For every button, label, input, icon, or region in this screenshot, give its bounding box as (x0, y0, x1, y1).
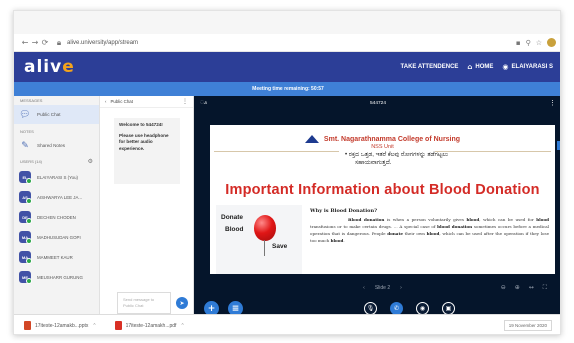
kebab-menu-icon[interactable]: ⋮ (182, 98, 188, 105)
date-label: 19 November 2020 (503, 320, 552, 331)
slide-kannada-line-2: ಸಹಾಯವಾಗುತ್ತದೆ. (355, 160, 392, 166)
phone-icon: ✆ (393, 305, 400, 312)
browser-tabstrip (14, 11, 560, 34)
slide-subheading: Why is Blood Donation? (310, 208, 378, 214)
user-list-item[interactable]: DE DECHEN CHODEN (14, 207, 99, 227)
chat-message-input[interactable]: Send message to Public Chat (117, 292, 171, 314)
header-nav: TAKE ATTENDENCE ⌂ HOME ◉ ELAIYARASI S (401, 63, 553, 71)
presentation-toggle-button[interactable] (557, 141, 560, 150)
user-menu[interactable]: ◉ ELAIYARASI S (502, 63, 553, 71)
alive-logo[interactable]: alive (24, 57, 75, 77)
slide-heading: Important Information about Blood Donati… (225, 182, 540, 198)
undo-icon[interactable]: ↶ (558, 203, 560, 213)
chat-icon: 💬︎ (19, 109, 31, 120)
sidebar-item-public-chat[interactable]: 💬︎ Public Chat (14, 105, 99, 124)
trash-icon[interactable]: 🗑︎ (558, 216, 560, 226)
hand-tool-icon[interactable]: ✋︎ (558, 190, 560, 200)
slide-unit: NSS Unit (371, 144, 394, 150)
user-circle-icon: ◉ (502, 63, 509, 71)
slide-paragraph: Blood donation is when a person voluntar… (310, 217, 550, 243)
prev-slide-icon[interactable]: ‹ (363, 285, 365, 291)
meeting-title: 544724 (369, 100, 386, 106)
reload-icon[interactable]: ⟳ (40, 38, 50, 47)
messages-section-label: MESSAGES (20, 98, 43, 103)
browser-actions: ▪ ⚲ ☆ (516, 38, 556, 47)
download-item[interactable]: 17iteste-12amakb...pptx ⌃ (24, 321, 97, 330)
presentation-topbar: ೂ 544724 ⋮ (194, 96, 560, 110)
notes-icon: ✎ (21, 140, 29, 151)
chevron-down-icon[interactable]: ⌃ (180, 323, 184, 329)
presentation-area: ೂ 544724 ⋮ Smt. Nagarathnamma College of… (194, 96, 560, 316)
plus-icon: + (207, 303, 216, 314)
user-list-item[interactable]: ME MEUSHARR GURUNG (14, 267, 99, 287)
send-icon: ➤ (179, 299, 185, 307)
blood-drop-balloon-icon (254, 215, 276, 241)
avatar: MA (19, 251, 32, 264)
url-text: alive.university/app/stream (67, 39, 139, 46)
fullscreen-icon[interactable]: ⛶ (543, 284, 547, 292)
user-list-item[interactable]: MA MADHUSUDAN GOPI (14, 227, 99, 247)
welcome-message: Welcome to 544724! Please use headphone … (114, 118, 180, 184)
chat-header: ‹ Public Chat ⋮ (100, 96, 193, 108)
lock-icon: 🔒︎ (56, 37, 62, 47)
avatar: EL (19, 171, 32, 184)
chat-panel: ‹ Public Chat ⋮ Welcome to 544724! Pleas… (100, 96, 194, 314)
user-list-item[interactable]: MA MAMMEET KAUR (14, 247, 99, 267)
back-icon[interactable]: ← (20, 38, 30, 47)
zoom-out-icon[interactable]: ⊖ (501, 284, 506, 292)
avatar: ME (19, 271, 32, 284)
user-list-item[interactable]: EL ELAIYARASI S (You) (14, 167, 99, 187)
star-icon[interactable]: ☆ (536, 39, 542, 47)
slide-college-name: Smt. Nagarathnamma College of Nursing (210, 135, 555, 143)
avatar: AS (19, 191, 32, 204)
notes-section-label: NOTES (20, 129, 34, 134)
pptx-file-icon (24, 321, 31, 330)
url-field[interactable]: 🔒︎ alive.university/app/stream (54, 37, 138, 49)
chevron-down-icon[interactable]: ⌃ (92, 323, 96, 329)
video-icon: ◉ (419, 305, 426, 312)
chat-title: Public Chat (110, 99, 133, 104)
send-button[interactable]: ➤ (176, 297, 188, 309)
fit-width-icon[interactable]: ↔ (529, 284, 534, 292)
avatar: MA (19, 231, 32, 244)
sidebar-item-shared-notes[interactable]: ✎ Shared Notes (14, 136, 99, 155)
app-header: alive TAKE ATTENDENCE ⌂ HOME ◉ ELAIYARASI … (14, 52, 560, 82)
slide-label[interactable]: Slide 2 (375, 285, 390, 291)
browser-window: ← → ⟳ 🔒︎ alive.university/app/stream ▪ ⚲… (13, 10, 561, 335)
next-slide-icon[interactable]: › (400, 285, 402, 291)
download-item[interactable]: 17iteste-12amakh...pdf ⌃ (114, 321, 185, 330)
meeting-timer: Meeting time remaining: 50:57 (14, 82, 560, 96)
screen-icon: ▣ (445, 305, 452, 312)
list-icon: ≡ (231, 303, 240, 314)
address-bar: ← → ⟳ 🔒︎ alive.university/app/stream ▪ ⚲… (14, 34, 560, 52)
presentation-slide: Smt. Nagarathnamma College of Nursing NS… (210, 125, 555, 274)
users-header: USERS (14) ⚙ (20, 157, 93, 165)
slide-kannada-line-1: • ರಕ್ತದ ಒತ್ತಡ, ಇತರೆ ಕೆಲವು ರೋಗಗಳನ್ನು ತಡೆಗ… (345, 152, 449, 158)
zoom-in-icon[interactable]: ⊕ (515, 284, 520, 292)
college-crest-icon (304, 135, 319, 143)
profile-avatar[interactable] (547, 38, 556, 47)
gear-icon[interactable]: ⚙ (88, 158, 93, 165)
key-icon[interactable]: ⚲ (526, 39, 531, 47)
pdf-file-icon (114, 321, 122, 330)
forward-icon[interactable]: → (30, 38, 40, 47)
left-sidebar: MESSAGES 💬︎ Public Chat NOTES ✎ Shared N… (14, 96, 100, 314)
home-icon: ⌂ (467, 63, 473, 71)
camera-icon[interactable]: ▪ (516, 39, 521, 47)
slide-zoom-controls: ⊖ ⊕ ↔ ⛶ (501, 284, 547, 292)
download-shelf: 17iteste-12amakb...pptx ⌃ 17iteste-12amak… (14, 314, 560, 334)
divider (214, 151, 339, 152)
balloon-string (264, 240, 265, 256)
slide-navigation: ‹ Slide 2 › ⊖ ⊕ ↔ ⛶ (210, 281, 555, 295)
divider (435, 151, 551, 152)
mic-icon: 🎙︎ (366, 305, 375, 312)
take-attendance-link[interactable]: TAKE ATTENDENCE (401, 64, 459, 70)
grid-icon[interactable]: ▦ (558, 229, 560, 239)
avatar: DE (19, 211, 32, 224)
home-link[interactable]: ⌂ HOME (467, 63, 493, 71)
user-list-item[interactable]: AS AISHWARYA LEE JA... (14, 187, 99, 207)
chevron-left-icon[interactable]: ‹ (105, 99, 106, 104)
donate-blood-image: Donate Blood Save (216, 205, 302, 274)
